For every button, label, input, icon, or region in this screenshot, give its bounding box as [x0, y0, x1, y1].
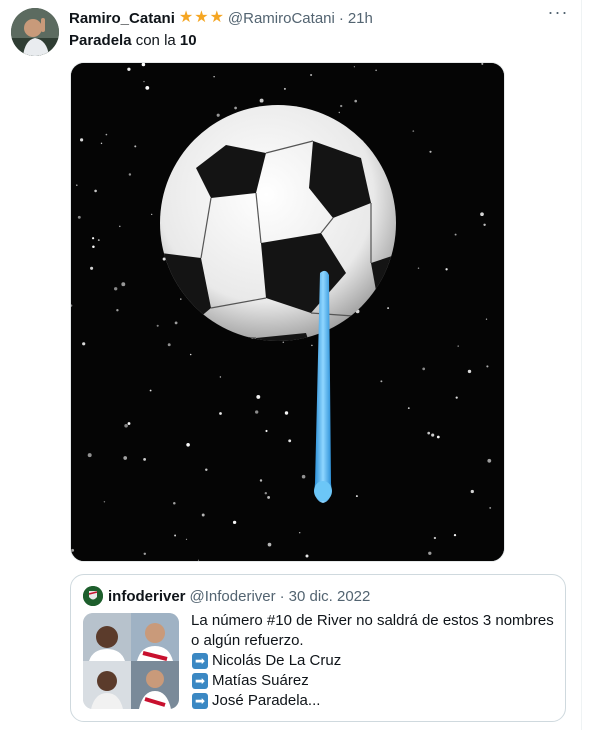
list-item-label: Matías Suárez — [212, 672, 309, 689]
quoted-tweet-header: infoderiver @Infoderiver · 30 dic. 2022 — [83, 586, 370, 606]
avatar[interactable] — [11, 8, 59, 56]
quoted-tweet-text: La número #10 de River no saldrá de esto… — [191, 611, 557, 711]
star-icon: ★ — [209, 9, 224, 26]
timeline-divider — [581, 0, 582, 730]
star-badges: ★ ★ ★ — [179, 10, 225, 26]
star-icon: ★ — [194, 9, 209, 26]
star-icon: ★ — [178, 9, 194, 26]
quoted-tweet[interactable]: infoderiver @Infoderiver · 30 dic. 2022 … — [70, 574, 566, 722]
quoted-avatar — [83, 586, 103, 606]
tweet-text-number: 10 — [179, 32, 197, 49]
user-handle[interactable]: @RamiroCatani — [228, 10, 335, 27]
timestamp[interactable]: 21h — [348, 10, 373, 27]
arrow-right-icon: ➡ — [192, 693, 208, 709]
tweet-text-middle: con la — [131, 32, 180, 49]
list-item-label: Nicolás De La Cruz — [212, 652, 342, 669]
list-item: ➡ Nicolás De La Cruz — [191, 651, 557, 671]
tweet-text: Paradela con la 10 — [69, 31, 197, 51]
quoted-date: 30 dic. 2022 — [288, 587, 371, 605]
tweet-header: Ramiro_Catani ★ ★ ★ @RamiroCatani · 21h — [69, 7, 373, 29]
soccer-ball-in-space-icon — [71, 63, 504, 561]
quoted-text-line: La número #10 de River no saldrá de esto… — [191, 612, 554, 629]
list-item-label: José Paradela... — [212, 692, 321, 709]
quoted-display-name: infoderiver — [108, 587, 186, 605]
arrow-right-icon: ➡ — [192, 653, 208, 669]
arrow-right-icon: ➡ — [192, 673, 208, 689]
tweet-text-name: Paradela — [69, 32, 132, 49]
list-item: ➡ José Paradela... — [191, 691, 557, 711]
quoted-handle: @Infoderiver — [189, 587, 276, 605]
more-options-icon[interactable]: ··· — [547, 3, 569, 25]
quoted-media-thumbnail — [83, 613, 179, 709]
quoted-text-line: o algún refuerzo. — [191, 632, 304, 649]
tweet-media-image[interactable] — [70, 62, 505, 562]
separator-dot: · — [279, 587, 285, 605]
separator-dot: · — [338, 9, 344, 27]
display-name[interactable]: Ramiro_Catani — [69, 10, 175, 27]
list-item: ➡ Matías Suárez — [191, 671, 557, 691]
